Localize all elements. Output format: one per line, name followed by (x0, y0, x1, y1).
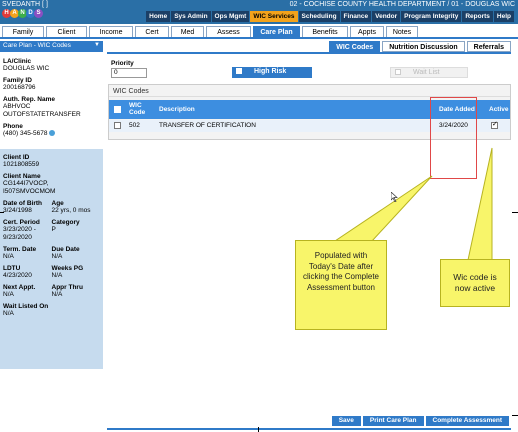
wait-listed-label: Wait Listed On (3, 303, 49, 310)
next-appt-label: Next Appt. (3, 284, 36, 291)
auth-rep-value: ABHVOC (3, 103, 31, 110)
wait-list-checkbox[interactable] (395, 69, 401, 76)
la-clinic-value: DOUGLAS WIC (3, 65, 50, 72)
due-date-label: Due Date (51, 246, 80, 253)
date-added-highlight (430, 97, 477, 179)
page-selector[interactable]: Care Plan - WIC Codes ▼ (0, 41, 103, 52)
phone-value: (480) 345-5678 (3, 130, 100, 138)
date-callout: Populated with Today's Date after clicki… (295, 240, 387, 330)
client-name-value: CG144I7VOCP, (3, 180, 49, 187)
cert-period-label: Cert. Period (3, 219, 40, 226)
save-button[interactable]: Save (331, 416, 361, 426)
auth-rep-label: Auth. Rep. Name (3, 96, 56, 103)
weeks-pg-label: Weeks PG (51, 265, 84, 272)
user-name: SVEDANTH [ ] (2, 1, 48, 8)
subtab-wic-codes[interactable]: WIC Codes (329, 41, 381, 52)
phone-icon[interactable] (49, 130, 56, 137)
wait-list-label: Wait List (413, 69, 440, 76)
weeks-pg-value: N/A (51, 272, 63, 279)
category-label: Category (51, 219, 80, 226)
term-date-label: Term. Date (3, 246, 37, 253)
wic-codes-title: WIC Codes (109, 85, 510, 97)
tab-underline (0, 37, 518, 39)
nav-help[interactable]: Help (493, 11, 514, 22)
appr-thru-value: N/A (51, 291, 63, 298)
select-all-checkbox[interactable] (114, 106, 121, 113)
chevron-down-icon: ▼ (94, 42, 100, 48)
auth-rep-value: OUTOFSTATETRANSFER (3, 111, 81, 118)
family-id-label: Family ID (3, 77, 32, 84)
nav-program-integrity[interactable]: Program Integrity (401, 11, 462, 22)
age-value: 22 yrs, 0 mos (51, 207, 91, 214)
crop-mark (258, 427, 259, 432)
ldtu-value: 4/23/2020 (3, 272, 32, 279)
family-id-value: 200168796 (3, 84, 36, 91)
nav-vendor[interactable]: Vendor (372, 11, 401, 22)
subtab-nutrition-discussion[interactable]: Nutrition Discussion (382, 41, 465, 52)
ldtu-label: LDTU (3, 265, 21, 272)
hands-logo: HANDS (2, 9, 46, 23)
la-clinic-label: LA/Clinic (3, 58, 32, 65)
department-label: 02 - COCHISE COUNTY HEALTH DEPARTMENT / … (289, 1, 515, 8)
nav-finance[interactable]: Finance (340, 11, 372, 22)
care-plan-subtabs: WIC Codes Nutrition Discussion Referrals (329, 41, 511, 52)
active-callout: Wic code is now active (440, 259, 510, 307)
due-date-value: N/A (51, 253, 63, 260)
page-selector-label: Care Plan - WIC Codes (3, 42, 71, 49)
wait-list-toggle[interactable]: Wait List (390, 67, 468, 78)
crop-mark (512, 415, 518, 416)
dob-value: 3/24/1998 (3, 207, 32, 214)
col-wic-code-line1: WIC (129, 102, 142, 109)
col-wic-code-line2: Code (129, 109, 146, 116)
bottom-line (107, 428, 511, 430)
phone-number: (480) 345-5678 (3, 130, 48, 137)
cert-period-value: 3/23/2020 - (3, 226, 36, 233)
appr-thru-label: Appr Thru (51, 284, 83, 291)
nav-home[interactable]: Home (146, 11, 171, 22)
nav-sys-admin[interactable]: Sys Admin (171, 11, 211, 22)
col-wic-code[interactable]: WIC Code (129, 102, 145, 116)
client-name-label: Client Name (3, 173, 41, 180)
cert-period-value: 9/23/2020 (3, 234, 32, 241)
mouse-cursor-icon (391, 192, 398, 202)
client-details: Client ID 1021808559 Client Name CG144I7… (0, 149, 103, 369)
subtab-referrals[interactable]: Referrals (466, 41, 511, 52)
complete-assessment-button[interactable]: Complete Assessment (425, 416, 509, 426)
row-description: TRANSFER OF CERTIFICATION (159, 122, 256, 129)
nav-wic-services[interactable]: WIC Services (250, 11, 298, 22)
client-id-label: Client ID (3, 154, 30, 161)
row-active-checkbox[interactable] (491, 120, 498, 129)
print-care-plan-button[interactable]: Print Care Plan (362, 416, 424, 426)
top-bar: SVEDANTH [ ] HANDS 02 - COCHISE COUNTY H… (0, 0, 518, 24)
nav-reports[interactable]: Reports (462, 11, 493, 22)
action-buttons: Save Print Care Plan Complete Assessment (331, 416, 509, 426)
row-wic-code: 502 (129, 122, 140, 129)
nav-scheduling[interactable]: Scheduling (298, 11, 340, 22)
dob-label: Date of Birth (3, 200, 42, 207)
high-risk-toggle[interactable]: High Risk (232, 67, 312, 78)
term-date-value: N/A (3, 253, 14, 260)
high-risk-checkbox[interactable] (236, 68, 242, 75)
priority-field[interactable]: 0 (111, 68, 147, 78)
high-risk-label: High Risk (254, 68, 287, 75)
crop-mark (0, 212, 4, 213)
subtab-underline (107, 52, 511, 54)
wait-listed-value: N/A (3, 310, 14, 317)
client-summary-panel: Care Plan - WIC Codes ▼ LA/Clinic DOUGLA… (0, 41, 103, 432)
col-active[interactable]: Active (489, 106, 509, 113)
row-select-checkbox[interactable] (114, 122, 121, 129)
next-appt-value: N/A (3, 291, 14, 298)
care-plan-content: WIC Codes Nutrition Discussion Referrals… (107, 41, 511, 432)
priority-label: Priority (111, 60, 134, 67)
client-name-value: I507SMVOCMOM (3, 188, 56, 195)
logo-letter: S (34, 9, 43, 18)
nav-ops-mgmt[interactable]: Ops Mgmt (211, 11, 250, 22)
main-nav: Home Sys Admin Ops Mgmt WIC Services Sch… (146, 11, 514, 22)
category-value: P (51, 226, 56, 233)
col-description[interactable]: Description (159, 106, 195, 113)
age-label: Age (51, 200, 64, 207)
client-id-value: 1021808559 (3, 161, 40, 168)
crop-mark (512, 212, 518, 213)
phone-label: Phone (3, 123, 23, 130)
